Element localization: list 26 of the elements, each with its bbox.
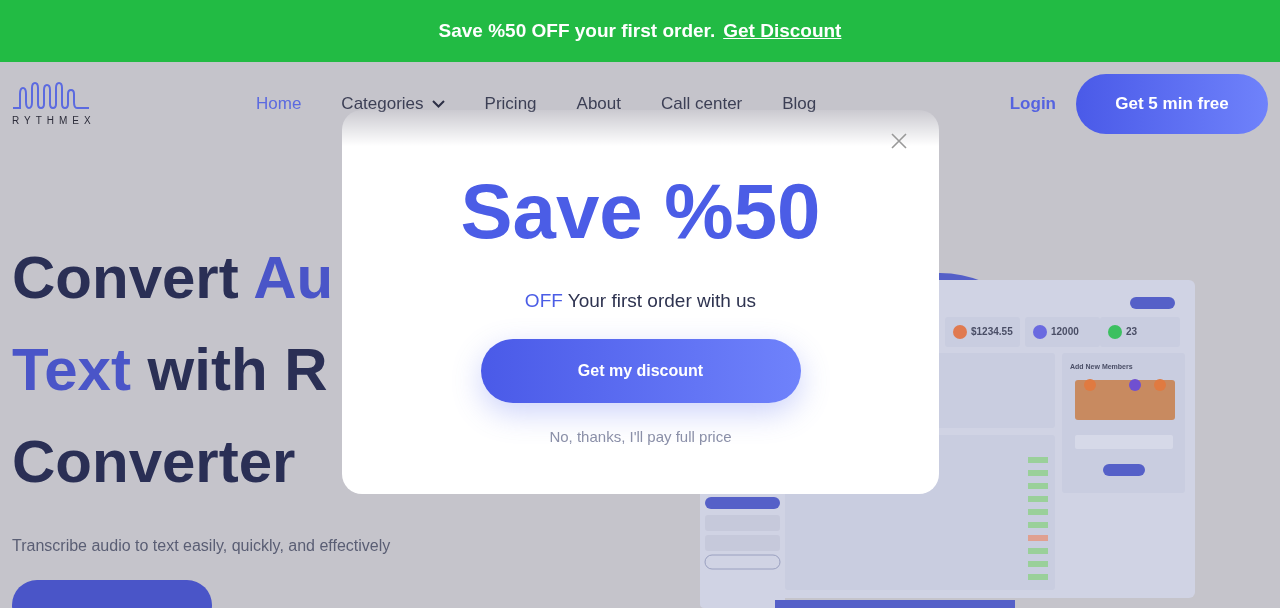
free-trial-button[interactable]: Get 5 min free xyxy=(1076,74,1268,134)
discount-button[interactable]: Get my discount xyxy=(480,338,801,403)
stat-value: 12000 xyxy=(1051,326,1079,337)
headline-line: Text with R xyxy=(12,335,328,405)
nav-link[interactable]: Home xyxy=(256,91,302,117)
login-link[interactable]: Login xyxy=(1009,91,1056,117)
headline-line: Converter xyxy=(12,427,296,497)
invite-button[interactable] xyxy=(1103,464,1145,476)
discount-link[interactable]: Get Discount xyxy=(723,16,842,46)
nav-link[interactable]: Call center xyxy=(661,91,743,117)
headline-line: Convert Au xyxy=(12,243,334,313)
export-button[interactable] xyxy=(705,497,780,509)
stat-value: $1234.55 xyxy=(971,326,1013,337)
nav-link[interactable]: Blog xyxy=(782,91,817,117)
top-up-button[interactable] xyxy=(1130,297,1175,309)
dialog-title: Save %50 xyxy=(459,166,822,250)
nav-link[interactable]: Categories xyxy=(341,91,445,117)
decline-link[interactable]: No, thanks, I'll pay full price xyxy=(549,425,732,448)
close-icon[interactable] xyxy=(891,133,907,149)
dialog-subtitle: OFF Your first order with us xyxy=(523,289,758,313)
stat-value: 23 xyxy=(1126,326,1138,337)
hero-subtitle: Transcribe audio to text easily, quickly, and effectively xyxy=(12,536,392,556)
nav-link[interactable]: Pricing xyxy=(484,91,537,117)
logo-text: RYTHMEX xyxy=(12,116,96,126)
banner-text: Save %50 OFF your first order. xyxy=(438,18,716,43)
nav-link[interactable]: About xyxy=(576,91,621,117)
